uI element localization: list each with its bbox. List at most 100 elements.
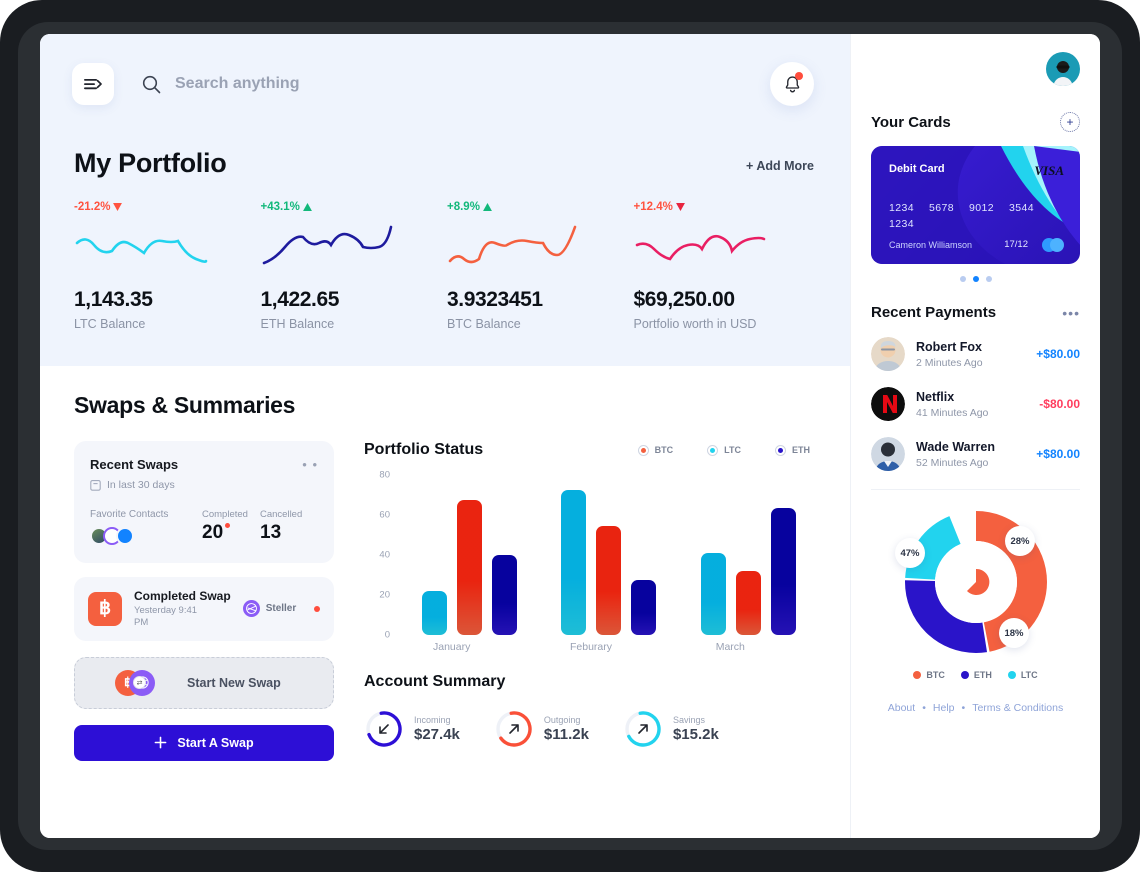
favorite-contacts: Favorite Contacts [90,509,202,545]
bar-btc[interactable] [457,500,483,635]
section-title: Swaps & Summaries [74,392,296,418]
portfolio-card-eth[interactable]: +43.1% 1,422.65 ETH Balance [261,201,448,331]
bar-group-feburary [539,475,678,635]
portfolio-panel: My Portfolio + Add More -21.2% 1,143.35 … [40,34,850,366]
avatar [1053,61,1073,86]
legend-item-eth[interactable]: ETH [775,444,810,456]
add-card-button[interactable]: + [1060,112,1080,132]
radio-icon [775,444,786,456]
menu-toggle-button[interactable] [72,63,114,105]
account-item-label: Savings [672,715,705,725]
payment-name: Robert Fox [916,339,982,354]
user-avatar[interactable] [1046,52,1080,86]
footer-link-about[interactable]: About [888,702,915,714]
legend-item-ltc[interactable]: LTC [707,444,741,456]
carousel-dot[interactable] [959,276,966,282]
portfolio-card-ltc[interactable]: -21.2% 1,143.35 LTC Balance [74,201,261,331]
chart-legend: BTC LTC ETH [637,444,818,456]
bar-ltc[interactable] [700,553,726,635]
legend-label: ETH [792,445,810,455]
favorite-contacts-label: Favorite Contacts [90,509,169,520]
portfolio-card-usd[interactable]: +12.4% $69,250.00 Portfolio worth in USD [634,201,821,331]
recent-swaps-card: Recent Swaps • • In last 30 days Favorit [74,441,334,563]
balance-label: BTC Balance [447,317,521,331]
carousel-dot-active[interactable] [972,276,979,282]
change-badge: +43.1% [261,201,448,213]
bar-eth[interactable] [770,507,796,635]
payment-amount: -$80.00 [1039,397,1080,411]
plus-icon [155,736,167,749]
bar-eth[interactable] [492,555,518,635]
search-input[interactable] [175,75,475,93]
search-icon [142,75,161,93]
hamburger-arrow-icon [84,79,102,90]
donut-legend-eth[interactable]: ETH [960,670,992,680]
progress-ring [494,709,534,749]
bar-btc[interactable] [596,525,622,635]
payment-time: 52 Minutes Ago [916,456,989,469]
credit-card[interactable]: Debit Card VISA 1234 5678 9012 35441234 Cam… [871,146,1080,264]
donut-legend-btc[interactable]: BTC [913,670,945,680]
cancelled-value: 13 [260,522,282,543]
bar-eth[interactable] [631,580,657,635]
page-title: My Portfolio [74,148,227,178]
portfolio-card-btc[interactable]: +8.9% 3.9323451 BTC Balance [447,201,634,331]
notifications-button[interactable] [770,62,814,106]
footer-link-help[interactable]: Help [933,702,955,714]
payment-time: 2 Minutes Ago [916,356,983,369]
sparkline-btc [448,225,577,264]
bar-btc[interactable] [735,571,761,635]
card-number: 1234 5678 9012 35441234 [889,202,1034,231]
completed-swap-time: Yesterday 9:41 PM [134,605,198,628]
balance-label: LTC Balance [74,317,146,331]
sparkline-ltc [75,238,208,263]
progress-ring [623,709,663,749]
footer-separator: • [961,702,966,714]
progress-ring [364,709,404,749]
contact-avatar[interactable] [116,527,134,545]
y-tick: 0 [384,629,390,641]
balance-value: 3.9323451 [447,288,543,311]
y-axis: 80 60 40 20 0 [364,470,390,641]
payments-menu-button[interactable]: ••• [1062,305,1080,321]
start-new-swap-label: Start New Swap [187,675,281,690]
chart-column: Portfolio Status BTC LTC ETH 80 60 40 20… [364,441,818,761]
swaps-left-column: Recent Swaps • • In last 30 days Favorit [74,441,334,761]
completed-value: 20 [202,522,231,544]
your-cards-title: Your Cards [871,113,951,131]
donut-svg [905,511,1047,653]
footer-link-terms[interactable]: Terms & Conditions [972,702,1063,714]
account-item-outgoing[interactable]: Outgoing $11.2k [494,709,589,749]
payment-row[interactable]: Robert Fox 2 Minutes Ago +$80.00 [871,337,1080,371]
payment-row[interactable]: Netflix 41 Minutes Ago -$80.00 [871,387,1080,421]
donut-label-btc: 47% [895,538,925,568]
payment-avatar [871,387,905,421]
right-sidebar: Your Cards + Debit Card VISA 1234 5678 901… [850,34,1100,838]
carousel-dot[interactable] [985,276,992,282]
start-new-swap-card[interactable]: ฿ ⇄ Start New Swap [74,656,334,709]
account-item-savings[interactable]: Savings $15.2k [623,709,719,749]
payment-avatar [871,437,905,471]
recent-swaps-menu-button[interactable]: • • [302,457,318,472]
donut-legend-ltc[interactable]: LTC [1007,670,1038,680]
allocation-donut-chart: 47% 28% 18% [871,504,1080,664]
bar-groups [400,475,818,635]
swaps-body: Recent Swaps • • In last 30 days Favorit [74,441,818,761]
payment-avatar [871,337,905,371]
balance-label: Portfolio worth in USD [633,317,757,331]
tablet-device-frame: My Portfolio + Add More -21.2% 1,143.35 … [0,0,1140,872]
change-value: +12.4% [633,201,673,213]
balance-value: 1,422.65 [260,288,340,311]
swap-network: Steller [242,600,296,618]
payment-row[interactable]: Wade Warren 52 Minutes Ago +$80.00 [871,437,1080,471]
account-item-incoming[interactable]: Incoming $27.4k [364,709,460,749]
add-more-button[interactable]: + Add More [746,159,814,179]
bar-ltc[interactable] [561,489,587,635]
bar-ltc[interactable] [422,591,448,635]
start-a-swap-button[interactable]: Start A Swap [74,724,334,761]
completed-swap-card[interactable]: ฿ Completed Swap Yesterday 9:41 PM Stell… [74,577,334,641]
coin-pair-icons: ฿ ⇄ [115,669,155,696]
legend-item-btc[interactable]: BTC [637,444,673,456]
y-tick: 40 [379,549,390,561]
notification-badge [795,72,803,80]
